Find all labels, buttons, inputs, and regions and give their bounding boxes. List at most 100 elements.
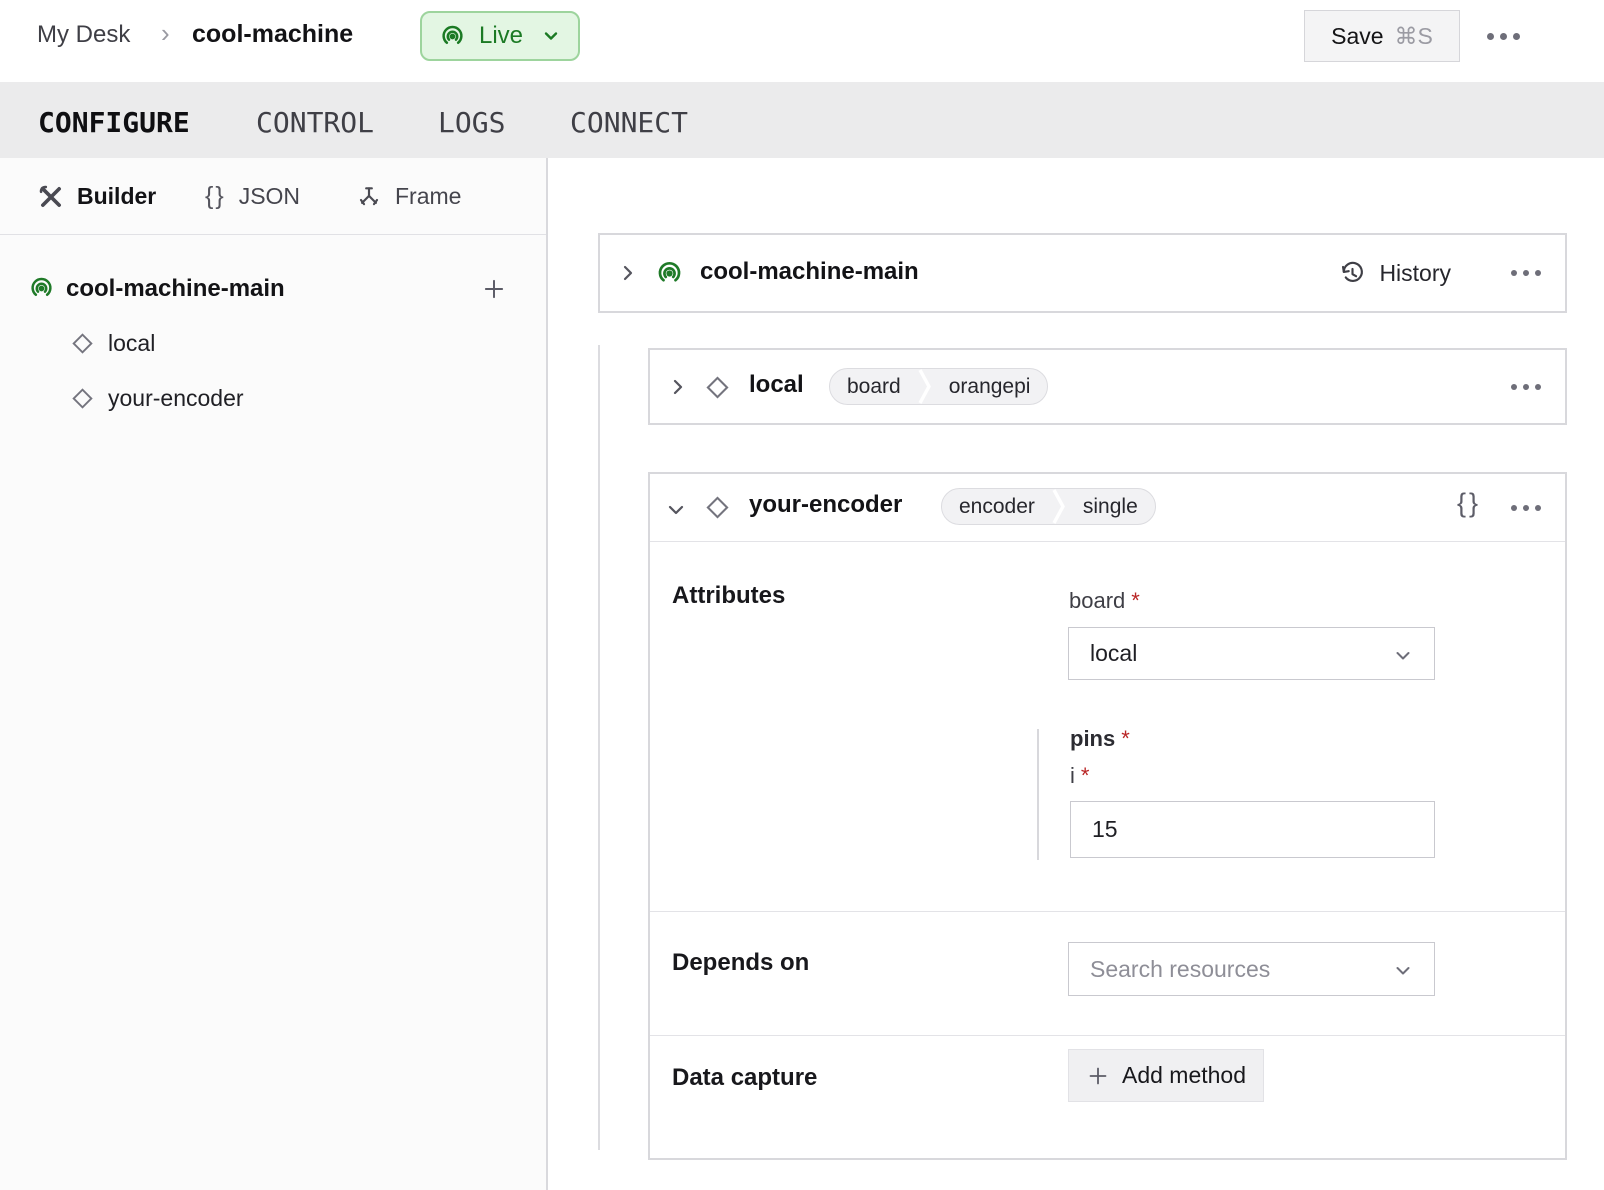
- view-builder-label: Builder: [77, 183, 156, 210]
- tree-node-machine-part-label: cool-machine-main: [66, 275, 285, 303]
- collapse-encoder-button[interactable]: [664, 498, 688, 522]
- frame-icon: [356, 184, 382, 210]
- tree-node-your-encoder-label: your-encoder: [108, 385, 244, 412]
- local-type-badge: board orangepi: [829, 368, 1048, 405]
- add-method-button-label: Add method: [1122, 1062, 1246, 1089]
- tree-node-local-label: local: [108, 330, 155, 357]
- board-select[interactable]: local: [1068, 627, 1435, 680]
- component-diamond-icon: [71, 332, 94, 355]
- encoder-card-menu-button[interactable]: [1511, 474, 1541, 541]
- edit-json-icon[interactable]: {}: [1457, 488, 1481, 519]
- depends-on-placeholder: Search resources: [1090, 956, 1270, 983]
- dot-icon: [1511, 505, 1517, 511]
- required-asterisk: *: [1115, 726, 1130, 751]
- save-button-label: Save: [1331, 23, 1383, 50]
- breadcrumb-machine-name: cool-machine: [192, 20, 353, 49]
- tab-connect[interactable]: CONNECT: [570, 106, 688, 139]
- section-divider: [650, 1035, 1565, 1036]
- viam-radar-icon: [28, 275, 55, 302]
- breadcrumb-root[interactable]: My Desk: [37, 21, 130, 49]
- badge-model-label: single: [1066, 495, 1155, 519]
- tools-icon: [38, 184, 64, 210]
- live-status-dropdown[interactable]: Live: [420, 11, 580, 61]
- expand-machine-part-button[interactable]: [616, 261, 640, 285]
- view-frame-label: Frame: [395, 183, 461, 210]
- required-asterisk: *: [1125, 588, 1140, 613]
- machine-tab-bar: CONFIGURE CONTROL LOGS CONNECT: [0, 82, 1604, 158]
- your-encoder-card: your-encoder encoder single {} Attribute…: [648, 472, 1567, 1160]
- dot-icon: [1513, 33, 1520, 40]
- view-json-label: JSON: [239, 183, 300, 210]
- tree-node-your-encoder[interactable]: your-encoder: [0, 380, 546, 418]
- component-diamond-icon: [71, 387, 94, 410]
- your-encoder-card-header: your-encoder encoder single {}: [650, 474, 1565, 542]
- dot-icon: [1535, 505, 1541, 511]
- pins-group-indent-guide: [1037, 729, 1039, 860]
- chevron-down-icon: [664, 498, 688, 522]
- tab-configure[interactable]: CONFIGURE: [38, 106, 190, 139]
- board-field-label: board*: [1069, 588, 1140, 614]
- plus-icon: [1086, 1064, 1110, 1088]
- machine-part-menu-button[interactable]: [1511, 235, 1541, 311]
- live-status-label: Live: [479, 22, 523, 50]
- chevron-down-icon: [540, 25, 562, 47]
- breadcrumb-separator-icon: ›: [161, 18, 170, 49]
- add-method-button[interactable]: Add method: [1068, 1049, 1264, 1102]
- machine-part-card: cool-machine-main History: [598, 233, 1567, 313]
- component-diamond-icon: [705, 495, 730, 520]
- viam-radar-icon: [655, 259, 684, 288]
- encoder-card-title: your-encoder: [749, 491, 902, 519]
- view-builder[interactable]: Builder: [38, 158, 156, 235]
- dot-icon: [1523, 505, 1529, 511]
- machine-part-card-title: cool-machine-main: [700, 258, 919, 286]
- attributes-section-label: Attributes: [672, 582, 785, 610]
- expand-local-button[interactable]: [666, 375, 690, 399]
- view-json[interactable]: {} JSON: [205, 158, 300, 235]
- history-clock-icon: [1339, 260, 1366, 287]
- depends-on-section-label: Depends on: [672, 949, 809, 977]
- required-asterisk: *: [1075, 763, 1090, 788]
- chevron-right-icon: [666, 375, 690, 399]
- chevron-down-icon: [1392, 960, 1414, 982]
- local-card-menu-button[interactable]: [1511, 350, 1541, 423]
- dot-icon: [1523, 270, 1529, 276]
- chevron-right-icon: [616, 261, 640, 285]
- badge-model-label: orangepi: [932, 375, 1048, 399]
- dot-icon: [1523, 384, 1529, 390]
- component-diamond-icon: [705, 375, 730, 400]
- view-frame[interactable]: Frame: [356, 158, 461, 235]
- dot-icon: [1487, 33, 1494, 40]
- dot-icon: [1500, 33, 1507, 40]
- section-divider: [650, 911, 1565, 912]
- top-bar: My Desk › cool-machine Live Save ⌘S: [0, 0, 1604, 82]
- dot-icon: [1511, 384, 1517, 390]
- history-button[interactable]: History: [1339, 235, 1451, 311]
- i-field-label: i*: [1070, 763, 1089, 789]
- local-board-card: local board orangepi: [648, 348, 1567, 425]
- tree-node-machine-part[interactable]: cool-machine-main: [0, 270, 546, 310]
- configure-sidebar: Builder {} JSON Frame cool-machine-main: [0, 158, 548, 1190]
- braces-icon: {}: [205, 182, 226, 211]
- badge-type-label: encoder: [942, 495, 1052, 519]
- tab-control[interactable]: CONTROL: [256, 106, 374, 139]
- encoder-type-badge: encoder single: [941, 488, 1156, 525]
- save-shortcut-hint: ⌘S: [1395, 23, 1433, 50]
- pins-group-label: pins*: [1070, 726, 1130, 752]
- tree-node-local[interactable]: local: [0, 325, 546, 363]
- i-field-input[interactable]: [1070, 801, 1435, 858]
- board-select-value: local: [1090, 640, 1137, 667]
- save-button[interactable]: Save ⌘S: [1304, 10, 1460, 62]
- add-component-icon[interactable]: [481, 276, 507, 302]
- history-button-label: History: [1379, 260, 1451, 287]
- view-switcher: Builder {} JSON Frame: [0, 158, 546, 235]
- data-capture-section-label: Data capture: [672, 1064, 817, 1092]
- badge-type-label: board: [830, 375, 918, 399]
- chevron-down-icon: [1392, 645, 1414, 667]
- badge-separator-icon: [1052, 488, 1066, 525]
- tab-logs[interactable]: LOGS: [438, 106, 505, 139]
- topbar-overflow-menu-button[interactable]: [1487, 33, 1520, 40]
- viam-radar-icon: [439, 23, 466, 50]
- depends-on-select[interactable]: Search resources: [1068, 942, 1435, 996]
- dot-icon: [1535, 270, 1541, 276]
- tree-indent-guide: [598, 345, 600, 1150]
